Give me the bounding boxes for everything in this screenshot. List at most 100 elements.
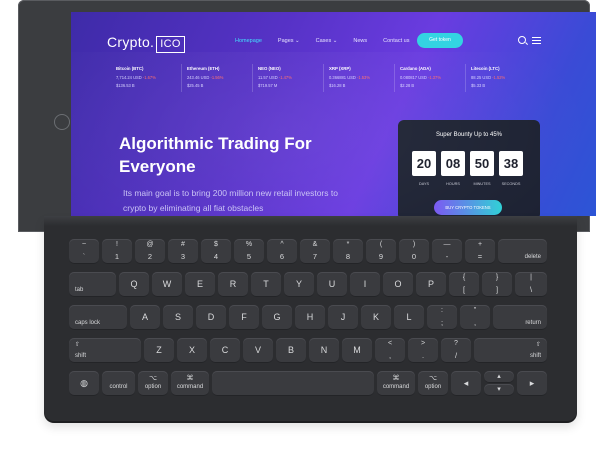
key-comma[interactable]: <, xyxy=(375,338,405,363)
key-w[interactable]: W xyxy=(152,272,182,297)
key-control[interactable]: control xyxy=(102,371,135,396)
key-quote[interactable]: ", xyxy=(460,305,490,330)
key-arrow-down[interactable]: ▾ xyxy=(484,384,514,396)
key-c[interactable]: C xyxy=(210,338,240,363)
key-r[interactable]: R xyxy=(218,272,248,297)
nav-news[interactable]: News xyxy=(353,38,367,44)
ticker-item[interactable]: Ethereum (ETH) 243.46 USD -1.56% $25.45 … xyxy=(182,64,253,92)
ticker-item[interactable]: Litecoin (LTC) 88.25 USD -1.52% $5.33 B xyxy=(466,64,537,92)
key-i[interactable]: I xyxy=(350,272,380,297)
ticker-item[interactable]: NEO (NEO) 11.57 USD -1.47% $719.57 M xyxy=(253,64,324,92)
key-right-bracket[interactable]: }] xyxy=(482,272,512,297)
key-m[interactable]: M xyxy=(342,338,372,363)
nav-pages[interactable]: Pages ⌄ xyxy=(278,38,300,44)
key-4[interactable]: $4 xyxy=(201,239,231,264)
key-j[interactable]: J xyxy=(328,305,358,330)
key-u[interactable]: U xyxy=(317,272,347,297)
logo-box: ICO xyxy=(156,36,185,53)
key-slash[interactable]: ? / xyxy=(441,338,471,363)
key-t[interactable]: T xyxy=(251,272,281,297)
ticker-cap: $25.45 B xyxy=(187,83,204,88)
ticker-price: 0.366881 USD -1.53% xyxy=(329,75,370,80)
ticker-item[interactable]: Cardano (ADA) 0.080817 USD -1.37% $2.28 … xyxy=(395,64,466,92)
keyboard-hinge xyxy=(44,216,577,226)
key-caps-lock[interactable]: caps lock xyxy=(69,305,127,330)
site-nav: Homepage Pages ⌄ Cases ⌄ News Contact us xyxy=(235,38,425,44)
key-command-right[interactable]: ⌘ command xyxy=(377,371,415,396)
ticker-change: -1.67% xyxy=(142,75,156,80)
key-backtick[interactable]: ~ ` xyxy=(69,239,99,264)
ticker-cap: $5.33 B xyxy=(471,83,486,88)
search-icon[interactable] xyxy=(518,36,526,44)
key-y[interactable]: Y xyxy=(284,272,314,297)
key-period[interactable]: >. xyxy=(408,338,438,363)
key-arrow-right[interactable]: ▸ xyxy=(517,371,547,396)
key-equals[interactable]: + = xyxy=(465,239,495,264)
ticker-change: -1.56% xyxy=(210,75,224,80)
logo-text: Crypto. xyxy=(107,34,155,50)
key-o[interactable]: O xyxy=(383,272,413,297)
key-e[interactable]: E xyxy=(185,272,215,297)
key-3[interactable]: #3 xyxy=(168,239,198,264)
hamburger-menu-icon[interactable] xyxy=(532,37,541,44)
ticker-price: 11.57 USD -1.47% xyxy=(258,75,292,80)
countdown-label: DAYS xyxy=(418,182,430,186)
key-option-right[interactable]: ⌥ option xyxy=(418,371,448,396)
key-k[interactable]: K xyxy=(361,305,391,330)
key-backslash[interactable]: | \ xyxy=(515,272,547,297)
key-6[interactable]: ^ 6 xyxy=(267,239,297,264)
key-left-bracket[interactable]: {[ xyxy=(449,272,479,297)
key-arrow-up[interactable]: ▴ xyxy=(484,371,514,383)
key-1[interactable]: ! 1 xyxy=(102,239,132,264)
key-space[interactable] xyxy=(212,371,374,396)
key-p[interactable]: P xyxy=(416,272,446,297)
key-shift-right[interactable]: ⇧ shift xyxy=(474,338,547,363)
key-minus[interactable]: — - xyxy=(432,239,462,264)
countdown-seconds: 38 xyxy=(499,151,523,176)
key-b[interactable]: B xyxy=(276,338,306,363)
key-5[interactable]: % 5 xyxy=(234,239,264,264)
globe-icon: ◍ xyxy=(80,378,88,388)
get-token-button[interactable]: Get token xyxy=(417,33,463,48)
key-delete[interactable]: delete xyxy=(498,239,547,264)
key-2[interactable]: @2 xyxy=(135,239,165,264)
key-s[interactable]: S xyxy=(163,305,193,330)
key-x[interactable]: X xyxy=(177,338,207,363)
buy-crypto-tokens-button[interactable]: BUY CRYPTO TOKENS xyxy=(434,200,502,215)
key-option-left[interactable]: ⌥ option xyxy=(138,371,168,396)
key-0[interactable]: ) 0 xyxy=(399,239,429,264)
key-semicolon[interactable]: :; xyxy=(427,305,457,330)
hero-subtitle: Its main goal is to bring 200 million ne… xyxy=(123,188,338,213)
key-a[interactable]: A xyxy=(130,305,160,330)
key-f[interactable]: F xyxy=(229,305,259,330)
key-shift-left[interactable]: ⇧ shift xyxy=(69,338,141,363)
key-z[interactable]: Z xyxy=(144,338,174,363)
key-tab[interactable]: tab xyxy=(69,272,116,297)
key-command-left[interactable]: ⌘ command xyxy=(171,371,209,396)
key-v[interactable]: V xyxy=(243,338,273,363)
key-g[interactable]: G xyxy=(262,305,292,330)
nav-homepage[interactable]: Homepage xyxy=(235,38,262,44)
crypto-ticker: Bitcoin (BTC) 7,714.24 USD -1.67% $136.5… xyxy=(111,64,539,92)
ticker-change: -1.53% xyxy=(357,75,370,80)
nav-cases[interactable]: Cases ⌄ xyxy=(316,38,338,44)
option-icon: ⌥ xyxy=(428,375,438,382)
ticker-item[interactable]: Bitcoin (BTC) 7,714.24 USD -1.67% $136.5… xyxy=(111,64,182,92)
key-8[interactable]: * 8 xyxy=(333,239,363,264)
ticker-name: Cardano (ADA) xyxy=(400,66,431,71)
key-9[interactable]: (9 xyxy=(366,239,396,264)
key-q[interactable]: Q xyxy=(119,272,149,297)
key-globe[interactable]: ◍ xyxy=(69,371,99,396)
site-logo[interactable]: Crypto. ICO xyxy=(107,34,185,53)
ticker-item[interactable]: XRP (XRP) 0.366881 USD -1.53% $16.28 B xyxy=(324,64,395,92)
option-icon: ⌥ xyxy=(148,375,158,382)
key-return[interactable]: return xyxy=(493,305,547,330)
home-button[interactable] xyxy=(54,114,70,130)
key-d[interactable]: D xyxy=(196,305,226,330)
nav-contact[interactable]: Contact us xyxy=(383,38,409,44)
key-h[interactable]: H xyxy=(295,305,325,330)
key-n[interactable]: N xyxy=(309,338,339,363)
key-l[interactable]: L xyxy=(394,305,424,330)
key-arrow-left[interactable]: ◂ xyxy=(451,371,481,396)
key-7[interactable]: & 7 xyxy=(300,239,330,264)
